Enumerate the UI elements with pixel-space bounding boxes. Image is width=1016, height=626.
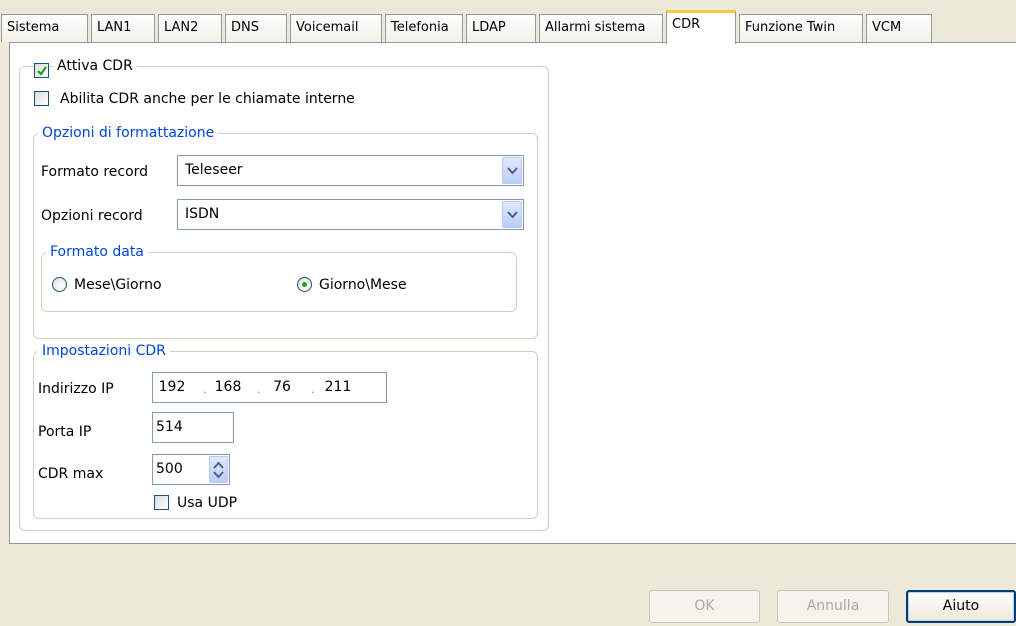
tab-lan1[interactable]: LAN1 — [91, 14, 155, 42]
ip-separator: . — [203, 383, 207, 396]
impostazioni-cdr-legend: Impostazioni CDR — [38, 342, 170, 360]
tab-telefonia[interactable]: Telefonia — [385, 14, 463, 42]
impostazioni-cdr-group: Impostazioni CDR Indirizzo IP 192 . 168 … — [33, 342, 538, 519]
cdr-max-label: CDR max — [38, 466, 104, 482]
radio-selected-dot — [302, 282, 307, 287]
cdr-max-stepper[interactable]: 500 — [152, 454, 230, 485]
formato-data-legend: Formato data — [46, 243, 148, 261]
formato-record-select[interactable]: Teleseer — [177, 155, 524, 186]
usa-udp-label: Usa UDP — [177, 495, 238, 511]
indirizzo-ip-input[interactable]: 192 . 168 . 76 . 211 — [152, 372, 387, 403]
mese-giorno-label: Mese\Giorno — [74, 277, 162, 293]
porta-ip-input[interactable]: 514 — [152, 412, 234, 443]
tab-funzione-twin[interactable]: Funzione Twin — [739, 14, 863, 42]
ip-octet-4[interactable]: 211 — [323, 373, 353, 402]
indirizzo-ip-label: Indirizzo IP — [38, 381, 114, 397]
annulla-button[interactable]: Annulla — [777, 590, 889, 623]
mese-giorno-radio[interactable] — [52, 277, 67, 292]
formato-record-label: Formato record — [41, 164, 149, 180]
opzioni-record-value: ISDN — [185, 206, 220, 222]
attiva-cdr-checkbox[interactable] — [34, 63, 49, 78]
aiuto-button[interactable]: Aiuto — [906, 590, 1016, 623]
giorno-mese-label: Giorno\Mese — [319, 277, 407, 293]
chevron-down-icon[interactable] — [502, 157, 522, 184]
cdr-panel: Attiva CDR Abilita CDR anche per le chia… — [9, 42, 1016, 544]
tab-allarmi-sistema[interactable]: Allarmi sistema — [539, 14, 663, 42]
opzioni-formattazione-legend: Opzioni di formattazione — [38, 124, 219, 142]
tab-ldap[interactable]: LDAP — [466, 14, 536, 42]
formato-data-group: Formato data Mese\Giorno Giorno\Mese — [41, 243, 517, 312]
ip-octet-3[interactable]: 76 — [267, 373, 297, 402]
porta-ip-label: Porta IP — [38, 424, 92, 440]
giorno-mese-radio[interactable] — [297, 277, 312, 292]
usa-udp-checkbox[interactable] — [154, 495, 169, 510]
cdr-max-value: 500 — [156, 461, 183, 477]
spinner-arrows-icon[interactable] — [209, 456, 228, 483]
opzioni-record-label: Opzioni record — [41, 208, 143, 224]
tab-strip: Sistema LAN1 LAN2 DNS Voicemail Telefoni… — [0, 0, 1016, 44]
tab-voicemail[interactable]: Voicemail — [290, 14, 382, 42]
ip-separator: . — [311, 383, 315, 396]
opzioni-record-select[interactable]: ISDN — [177, 199, 524, 230]
chevron-down-icon[interactable] — [502, 201, 522, 228]
tab-cdr[interactable]: CDR — [666, 10, 736, 44]
ip-octet-2[interactable]: 168 — [213, 373, 243, 402]
porta-ip-value: 514 — [156, 419, 183, 435]
ip-separator: . — [257, 383, 261, 396]
ip-octet-1[interactable]: 192 — [157, 373, 187, 402]
opzioni-formattazione-group: Opzioni di formattazione Formato record … — [33, 124, 538, 339]
tab-vcm[interactable]: VCM — [866, 14, 932, 42]
formato-record-value: Teleseer — [185, 162, 243, 178]
check-mark-icon — [37, 66, 47, 76]
ok-button[interactable]: OK — [649, 590, 760, 623]
abilita-cdr-interne-checkbox[interactable] — [34, 91, 49, 106]
tab-sistema[interactable]: Sistema — [1, 14, 88, 42]
abilita-cdr-interne-label: Abilita CDR anche per le chiamate intern… — [60, 91, 355, 107]
tab-dns[interactable]: DNS — [225, 14, 287, 42]
attiva-cdr-label: Attiva CDR — [53, 57, 137, 75]
attiva-cdr-group: Attiva CDR Abilita CDR anche per le chia… — [19, 57, 549, 531]
tab-lan2[interactable]: LAN2 — [158, 14, 222, 42]
